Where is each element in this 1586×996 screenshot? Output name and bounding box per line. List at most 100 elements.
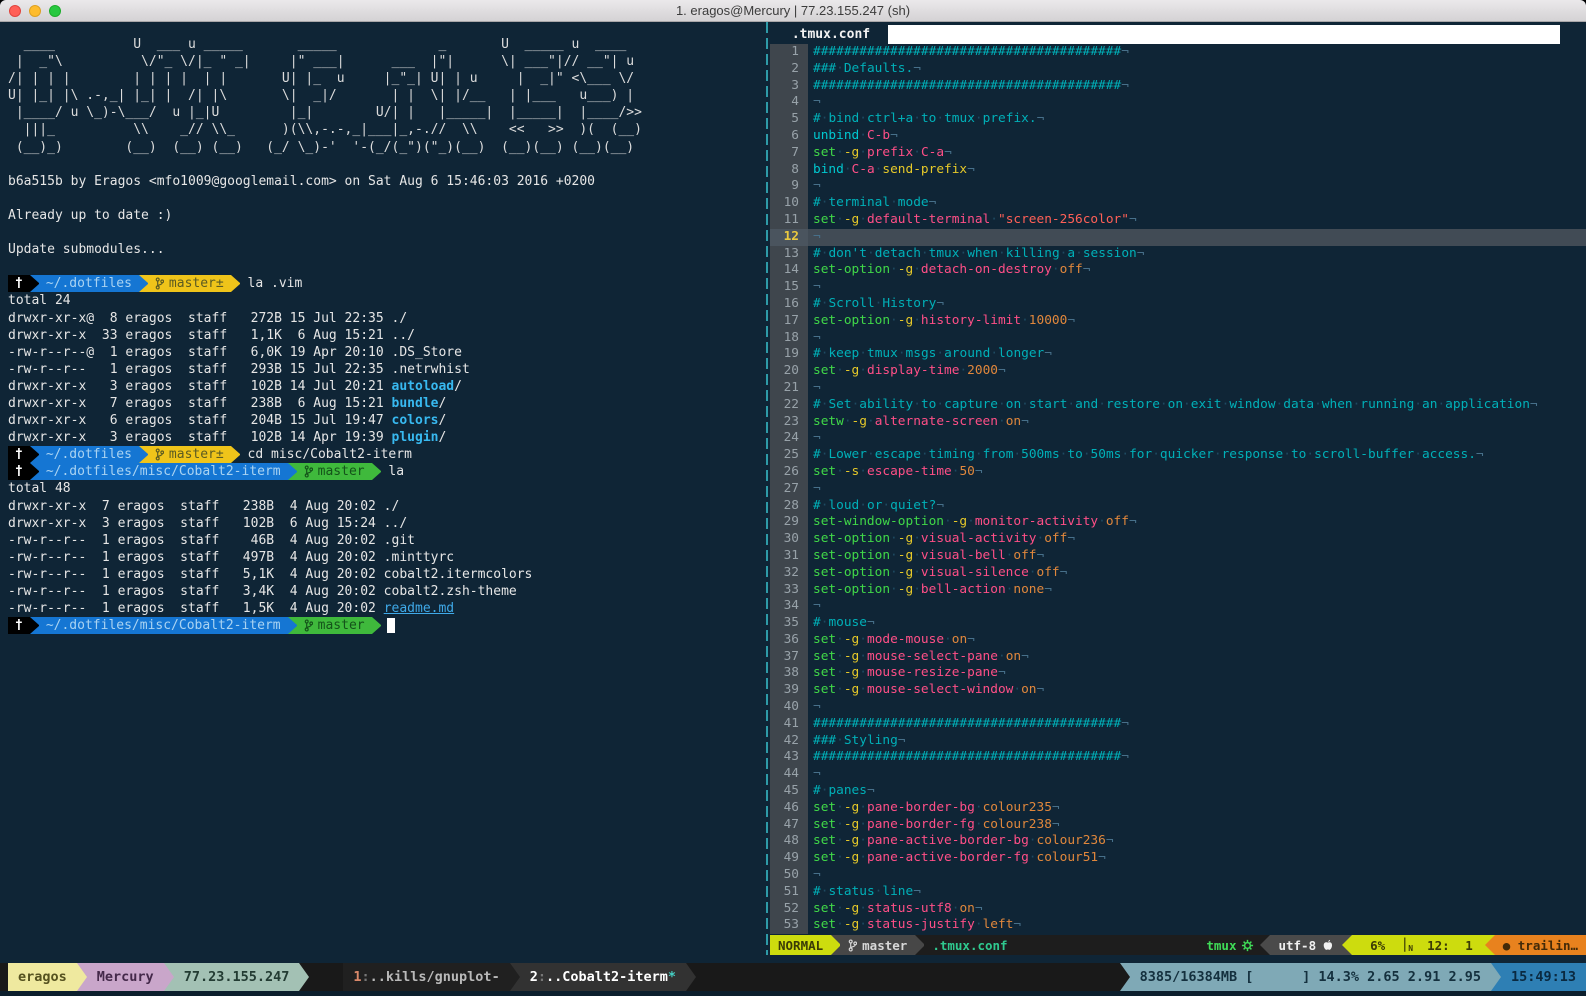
vim-buffer-line[interactable]: 20set·-g·display-time·2000¬ [770,363,1586,380]
vim-buffer-line[interactable]: 11set·-g·default-terminal·"screen-256col… [770,212,1586,229]
terminal-output-line: Update submodules... [8,241,764,258]
vim-buffer-line[interactable]: 35#·mouse¬ [770,615,1586,632]
vim-buffer-line[interactable]: 38set·-g·mouse-resize-pane¬ [770,665,1586,682]
vim-line-number: 32 [770,565,808,582]
vim-code-text: ¬ [808,229,1586,246]
vim-buffer-line[interactable]: 10#·terminal·mode¬ [770,195,1586,212]
vim-buffer-line[interactable]: 14set-option·-g·detach-on-destroy·off¬ [770,262,1586,279]
vim-buffer-line[interactable]: 45#·panes¬ [770,783,1586,800]
vim-buffer-line[interactable]: 19#·keep·tmux·msgs·around·longer¬ [770,346,1586,363]
vim-buffer-line[interactable]: 27¬ [770,481,1586,498]
vim-buffer-line[interactable]: 12¬ [770,229,1586,246]
prompt-git-segment: master± [148,446,231,463]
statusbar-clock: 15:49:13 [1501,963,1586,991]
window-title: 1. eragos@Mercury | 77.23.155.247 (sh) [0,3,1586,18]
vim-buffer-line[interactable]: 8bind·C-a·send-prefix¬ [770,162,1586,179]
vim-buffer-line[interactable]: 2###·Defaults.¬ [770,61,1586,78]
vim-buffer-line[interactable]: 18¬ [770,330,1586,347]
tmux-window-1[interactable]: 1:..kills/gnuplot- [343,963,509,991]
vim-buffer-line[interactable]: 13#·don't·detach·tmux·when·killing·a·ses… [770,246,1586,263]
vim-buffer-line[interactable]: 43######################################… [770,749,1586,766]
vim-buffer-line[interactable]: 5#·bind·ctrl+a·to·tmux·prefix.¬ [770,111,1586,128]
vim-buffer-line[interactable]: 49set·-g·pane-active-border-fg·colour51¬ [770,850,1586,867]
vim-buffer-line[interactable]: 17set-option·-g·history-limit·10000¬ [770,313,1586,330]
vim-buffer-line[interactable]: 25#·Lower·escape·timing·from·500ms·to·50… [770,447,1586,464]
file-listing-row: drwxr-xr-x 7 eragos staff 238B 6 Aug 15:… [8,395,764,412]
vim-line-number: 7 [770,145,808,162]
vim-buffer-line[interactable]: 9¬ [770,178,1586,195]
vim-buffer-line[interactable]: 31set-option·-g·visual-bell·off¬ [770,548,1586,565]
vim-buffer[interactable]: 1#######################################… [770,44,1586,934]
vim-line-number: 29 [770,514,808,531]
powerline-separator [30,446,39,463]
vim-mode-indicator: NORMAL [770,935,831,955]
vim-buffer-line[interactable]: 36set·-g·mode-mouse·on¬ [770,632,1586,649]
vim-buffer-line[interactable]: 53set·-g·status-justify·left¬ [770,917,1586,934]
vim-buffer-line[interactable]: 21¬ [770,380,1586,397]
vim-buffer-line[interactable]: 1#######################################… [770,44,1586,61]
powerline-separator [510,963,520,991]
vim-line-number: 28 [770,498,808,515]
vim-line-number: 6 [770,128,808,145]
powerline-separator [30,275,39,292]
vim-line-number: 52 [770,901,808,918]
vim-code-text: set·-g·mode-mouse·on¬ [808,632,1586,649]
vim-buffer-line[interactable]: 46set·-g·pane-border-bg·colour235¬ [770,800,1586,817]
vim-line-number: 46 [770,800,808,817]
vim-buffer-line[interactable]: 3#######################################… [770,78,1586,95]
vim-buffer-line[interactable]: 47set·-g·pane-border-fg·colour238¬ [770,817,1586,834]
file-listing-row: -rw-r--r--@ 1 eragos staff 6,0K 19 Apr 2… [8,344,764,361]
iterm-window: 1. eragos@Mercury | 77.23.155.247 (sh) _… [0,0,1586,996]
vim-buffer-line[interactable]: 23setw·-g·alternate-screen·on¬ [770,414,1586,431]
ascii-art-line: |||_ \\ _// \\_ )(\\,-.-,_|___|_,-.// \\… [8,121,764,138]
vim-buffer-line[interactable]: 4¬ [770,94,1586,111]
vim-buffer-line[interactable]: 7set·-g·prefix·C-a¬ [770,145,1586,162]
prompt-command[interactable]: la .vim [240,276,303,291]
vim-buffer-line[interactable]: 34¬ [770,598,1586,615]
vim-code-text: set-option·-g·visual-activity·off¬ [808,531,1586,548]
vim-buffer-line[interactable]: 16#·Scroll·History¬ [770,296,1586,313]
vim-buffer-line[interactable]: 24¬ [770,430,1586,447]
vim-buffer-line[interactable]: 39set·-g·mouse-select-window·on¬ [770,682,1586,699]
vim-code-text: ########################################… [808,78,1586,95]
vim-code-text: set-option·-g·detach-on-destroy·off¬ [808,262,1586,279]
vim-buffer-line[interactable]: 52set·-g·status-utf8·on¬ [770,901,1586,918]
vim-buffer-line[interactable]: 51#·status·line¬ [770,884,1586,901]
vim-buffer-line[interactable]: 29set-window-option·-g·monitor-activity·… [770,514,1586,531]
vim-buffer-line[interactable]: 32set-option·-g·visual-silence·off¬ [770,565,1586,582]
vim-line-number: 36 [770,632,808,649]
vim-buffer-line[interactable]: 22#·Set·ability·to·capture·on·start·and·… [770,397,1586,414]
vim-buffer-line[interactable]: 37set·-g·mouse-select-pane·on¬ [770,649,1586,666]
vim-line-number: 50 [770,867,808,884]
vim-buffer-line[interactable]: 15¬ [770,279,1586,296]
ascii-art-line: (__)_) (__) (__) (__) (_/ \_)-' '-(_/(_"… [8,139,764,156]
vim-line-number: 9 [770,178,808,195]
titlebar: 1. eragos@Mercury | 77.23.155.247 (sh) [0,0,1586,22]
terminal-output-line: b6a515b by Eragos <mfo1009@googlemail.co… [8,173,764,190]
vim-code-text: set·-g·mouse-select-pane·on¬ [808,649,1586,666]
terminal-cursor[interactable] [387,618,395,633]
vim-buffer-line[interactable]: 26set·-s·escape-time·50¬ [770,464,1586,481]
prompt-command[interactable]: cd misc/Cobalt2-iterm [240,447,412,462]
vim-buffer-line[interactable]: 42###·Styling¬ [770,733,1586,750]
vim-buffer-line[interactable]: 6unbind·C-b¬ [770,128,1586,145]
airline-position-segment: 6%⏐N12: 1 [1352,935,1485,955]
vim-tab-tmux-conf[interactable]: .tmux.conf [770,25,888,44]
tmux-window-2[interactable]: 2:..Cobalt2-iterm* [520,963,686,991]
airline-branch-segment: master [840,935,915,955]
vim-line-number: 42 [770,733,808,750]
vim-code-text: ¬ [808,430,1586,447]
vim-buffer-line[interactable]: 48set·-g·pane-active-border-bg·colour236… [770,833,1586,850]
vim-buffer-line[interactable]: 30set-option·-g·visual-activity·off¬ [770,531,1586,548]
vim-buffer-line[interactable]: 44¬ [770,766,1586,783]
prompt-command[interactable]: la [381,464,404,479]
vim-buffer-line[interactable]: 28#·loud·or·quiet?¬ [770,498,1586,515]
vim-code-text: ¬ [808,481,1586,498]
vim-buffer-line[interactable]: 33set-option·-g·bell-action·none¬ [770,582,1586,599]
readme-link[interactable]: readme.md [384,601,454,616]
vim-code-text: ########################################… [808,749,1586,766]
vim-buffer-line[interactable]: 50¬ [770,867,1586,884]
vim-buffer-line[interactable]: 41######################################… [770,716,1586,733]
shell-pane[interactable]: ____ U ___ u _____ _____ _ U _____ u ___… [0,22,764,955]
vim-buffer-line[interactable]: 40¬ [770,699,1586,716]
